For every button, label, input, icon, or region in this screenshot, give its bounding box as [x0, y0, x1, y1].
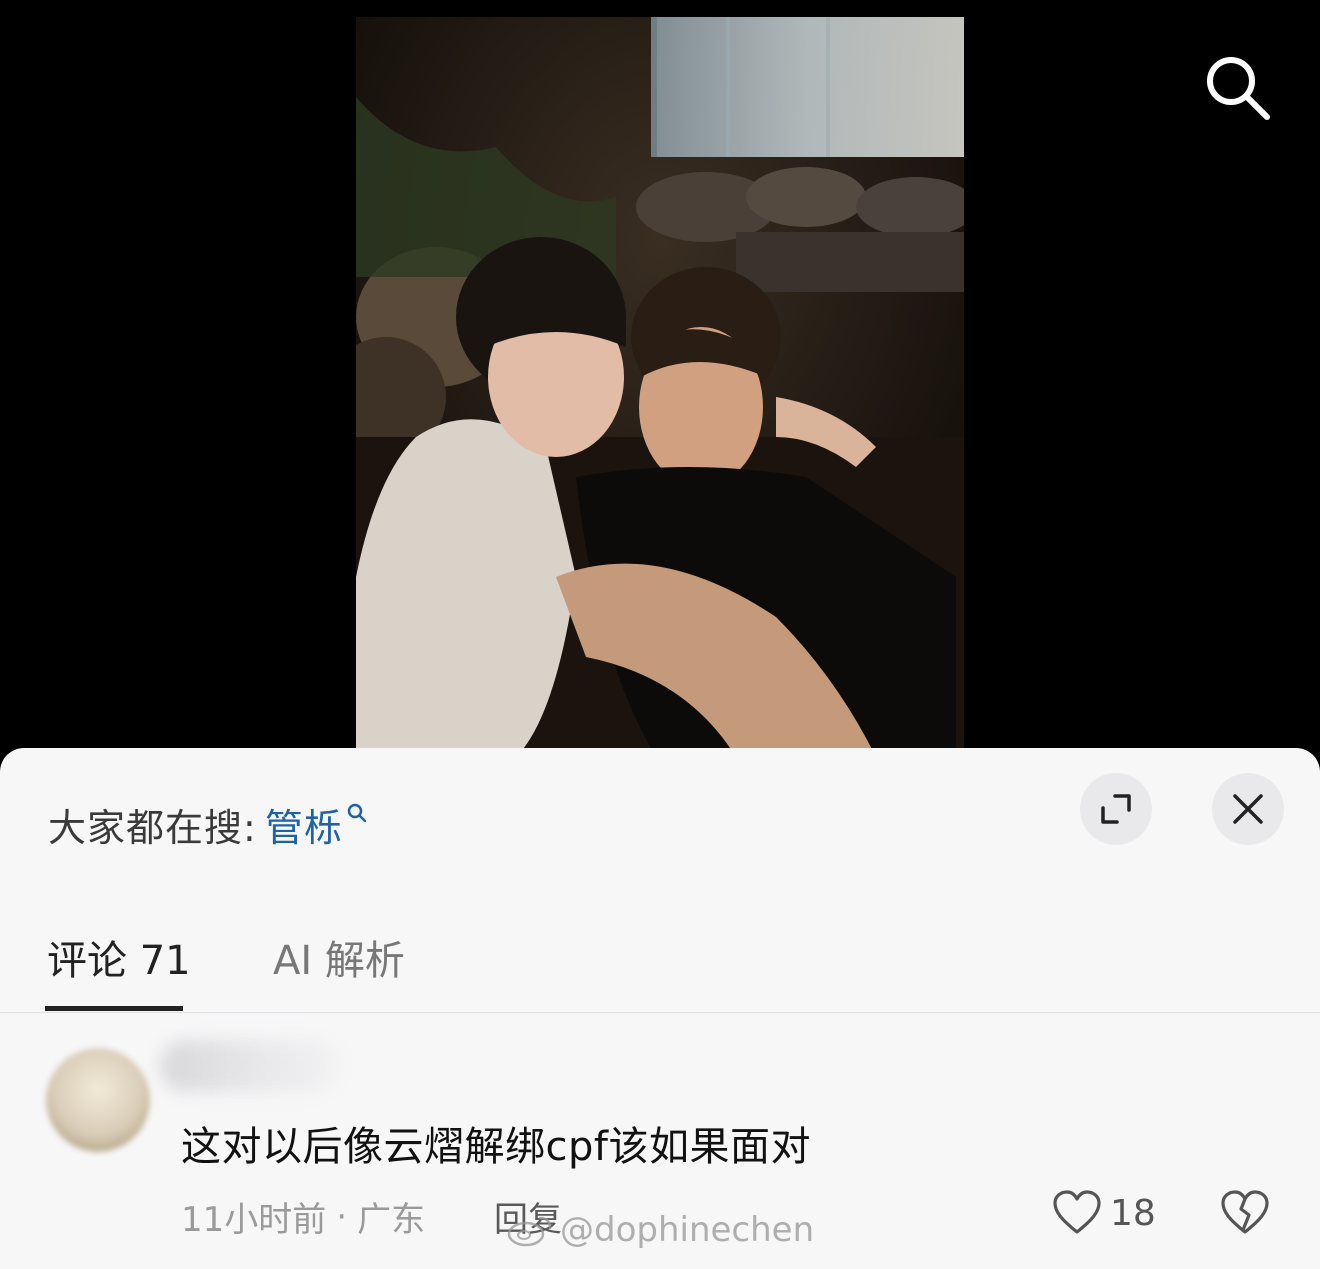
- search-icon: [1207, 57, 1270, 120]
- close-button[interactable]: [1212, 773, 1284, 845]
- tab-comments[interactable]: 评论 71: [47, 928, 191, 986]
- like-count: 18: [1110, 1192, 1156, 1234]
- meta-separator: ·: [336, 1196, 348, 1237]
- close-icon: [1233, 794, 1263, 824]
- avatar[interactable]: [46, 1048, 150, 1152]
- comment-meta: 11小时前 · 广东: [181, 1192, 425, 1241]
- tab-ai-analysis[interactable]: AI 解析: [273, 928, 405, 986]
- post-photo[interactable]: [356, 17, 964, 757]
- expand-icon: [1101, 794, 1131, 824]
- tabs-divider: [0, 1012, 1320, 1013]
- search-button[interactable]: [1198, 48, 1278, 128]
- sheet-tabs: 评论 71 AI 解析: [0, 918, 1320, 1013]
- dislike-button[interactable]: [1220, 1190, 1270, 1240]
- like-button[interactable]: 18: [1052, 1190, 1156, 1236]
- search-hint-prefix: 大家都在搜:: [48, 805, 257, 850]
- reply-button[interactable]: 回复: [494, 1192, 562, 1241]
- mini-search-icon: [347, 803, 367, 823]
- heart-icon: [1053, 1190, 1101, 1234]
- trending-search-hint[interactable]: 大家都在搜: 管栎: [48, 796, 367, 852]
- comment-time: 11小时前: [181, 1200, 327, 1240]
- screen: 大家都在搜: 管栎 评论 71 AI 解析 这对以后像云熠解绑cpf该如果面对 …: [0, 0, 1320, 1269]
- active-tab-indicator: [45, 1006, 183, 1011]
- comment-location: 广东: [357, 1200, 426, 1240]
- comment-text: 这对以后像云熠解绑cpf该如果面对: [181, 1124, 811, 1170]
- search-hint-term[interactable]: 管栎: [265, 797, 343, 852]
- broken-heart-icon: [1221, 1190, 1269, 1234]
- username-blurred[interactable]: [160, 1040, 340, 1092]
- expand-button[interactable]: [1080, 773, 1152, 845]
